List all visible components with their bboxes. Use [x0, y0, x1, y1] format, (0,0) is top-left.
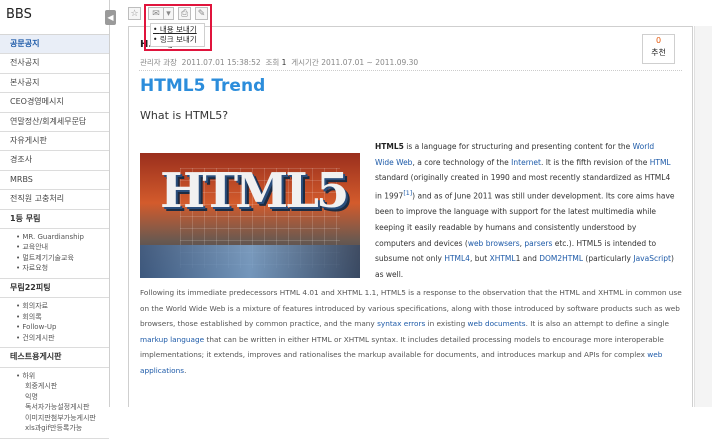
list-item[interactable]: • 교육안내 [16, 242, 109, 253]
sidebar-group-3[interactable]: 테스트용게시판 [0, 348, 109, 368]
article-paragraph-2: Following its immediate predecessors HTM… [140, 288, 682, 375]
sidebar-item-hq-notice[interactable]: 본사공지 [0, 74, 109, 94]
list-item[interactable]: • 건의게시판 [16, 333, 109, 344]
post-period: 2011.07.01 ~ 2011.09.30 [321, 58, 419, 67]
sidebar-group-1-list: • MR. Guardianship • 교육안내 • 멀트제기기술교육 • 자… [0, 229, 109, 279]
list-item[interactable]: • Follow-Up [16, 322, 109, 333]
send-link-item[interactable]: • 링크 보내기 [153, 35, 202, 45]
sidebar-item-mrbs[interactable]: MRBS [0, 171, 109, 191]
sidebar-item-ceo-message[interactable]: CEO경영메시지 [0, 93, 109, 113]
views-count: 1 [281, 58, 287, 67]
sidebar-item-free-board[interactable]: 자유게시판 [0, 132, 109, 152]
sidebar-item-tax-qa[interactable]: 연말정산/회계세무문답 [0, 113, 109, 132]
link-markup-language[interactable]: markup language [140, 335, 204, 344]
author: 관리자 과장 [140, 58, 177, 67]
list-item[interactable]: • MR. Guardianship [16, 232, 109, 243]
sidebar-title: BBS [0, 0, 109, 35]
sidebar-item-notice[interactable]: 공문공지 [0, 35, 109, 55]
article-paragraph: HTML5 is a language for structuring and … [375, 142, 675, 280]
link-internet[interactable]: Internet [511, 158, 541, 167]
post-date: 2011.07.01 15:38:52 [181, 58, 261, 67]
sidebar-menu: 공문공지 전사공지 본사공지 CEO경영메시지 연말정산/회계세무문답 자유게시… [0, 35, 109, 229]
link-html4[interactable]: HTML4 [444, 254, 470, 263]
list-item[interactable]: • 자료요청 [16, 263, 109, 274]
html5-image: HTML5 [140, 153, 360, 278]
divider [139, 70, 682, 71]
sidebar-item-events[interactable]: 경조사 [0, 151, 109, 171]
list-item[interactable]: 독서자가능설정게시판 [16, 402, 109, 413]
scrollbar[interactable] [694, 26, 712, 407]
sidebar-item-grievance[interactable]: 전직원 고충처리 [0, 190, 109, 210]
link-dom2html[interactable]: DOM2HTML [539, 254, 583, 263]
send-content-item[interactable]: • 내용 보내기 [153, 25, 202, 35]
recommend-label: 추천 [651, 48, 666, 57]
send-menu: • 내용 보내기 • 링크 보내기 [150, 23, 205, 47]
collapse-sidebar-button[interactable]: ◀ [105, 10, 116, 25]
period-label: 게시기간 [291, 58, 319, 67]
star-icon[interactable]: ☆ [128, 7, 141, 20]
list-item[interactable]: • 회의자료 [16, 301, 109, 312]
sidebar: BBS 공문공지 전사공지 본사공지 CEO경영메시지 연말정산/회계세무문답 … [0, 0, 110, 439]
sidebar-group-2-list: • 회의자료 • 회의록 • Follow-Up • 건의게시판 [0, 298, 109, 349]
sidebar-group-2[interactable]: 무림22피팅 [0, 279, 109, 299]
link-parsers[interactable]: parsers [524, 239, 552, 248]
post-meta: 관리자 과장 2011.07.01 15:38:52 조회 1 게시기간 201… [140, 57, 418, 68]
link-ref-1[interactable]: [1] [403, 190, 412, 197]
link-javascript[interactable]: JavaScript [633, 254, 671, 263]
views-label: 조회 [265, 58, 280, 67]
link-web-browsers[interactable]: web browsers [468, 239, 520, 248]
recommend-count: 0 [655, 36, 662, 45]
post-content: H... 재 관리자 과장 2011.07.01 15:38:52 조회 1 게… [128, 26, 693, 407]
html5-image-logo: HTML5 [160, 163, 349, 219]
link-xhtml[interactable]: XHTML [490, 254, 516, 263]
list-item[interactable]: 익명 [16, 392, 109, 403]
link-web-documents[interactable]: web documents [468, 319, 526, 328]
list-item[interactable]: • 하위 [16, 371, 109, 382]
list-item[interactable]: xls과gif만등록가능 [16, 423, 109, 434]
list-item[interactable]: • 회의록 [16, 312, 109, 323]
sidebar-group-1[interactable]: 1등 무림 [0, 210, 109, 229]
article-heading: HTML5 Trend [140, 76, 266, 96]
recommend-button[interactable]: 0 추천 [642, 34, 675, 64]
article-subheading: What is HTML5? [140, 109, 229, 122]
link-html[interactable]: HTML [650, 158, 671, 167]
list-item[interactable]: 이미지판첨부가능게시판 [16, 413, 109, 424]
sidebar-group-3-list: • 하위 회중게시판 익명 독서자가능설정게시판 이미지판첨부가능게시판 xls… [0, 368, 109, 439]
list-item[interactable]: 회중게시판 [16, 381, 109, 392]
list-item[interactable]: • 멀트제기기술교육 [16, 253, 109, 264]
sidebar-item-company-notice[interactable]: 전사공지 [0, 54, 109, 74]
link-syntax-errors[interactable]: syntax errors [377, 319, 425, 328]
